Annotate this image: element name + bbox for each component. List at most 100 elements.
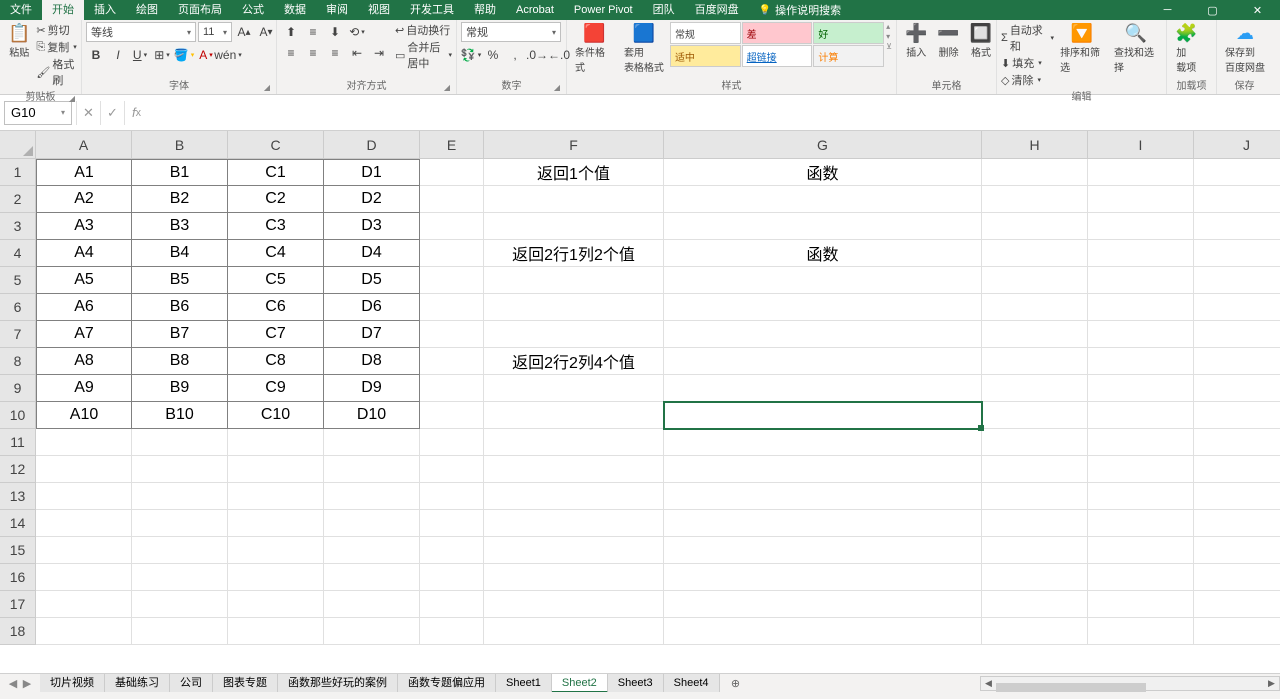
cell-B6[interactable]: B6 bbox=[132, 294, 228, 321]
cell-J10[interactable] bbox=[1194, 402, 1280, 429]
cell-H5[interactable] bbox=[982, 267, 1088, 294]
sheet-tab-9[interactable]: Sheet4 bbox=[664, 674, 720, 693]
cell-H9[interactable] bbox=[982, 375, 1088, 402]
cell-J15[interactable] bbox=[1194, 537, 1280, 564]
cell-D9[interactable]: D9 bbox=[324, 375, 420, 402]
row-header-18[interactable]: 18 bbox=[0, 618, 36, 645]
cell-F9[interactable] bbox=[484, 375, 664, 402]
cell-E15[interactable] bbox=[420, 537, 484, 564]
cell-H1[interactable] bbox=[982, 159, 1088, 186]
cell-D10[interactable]: D10 bbox=[324, 402, 420, 429]
cell-F17[interactable] bbox=[484, 591, 664, 618]
cell-J5[interactable] bbox=[1194, 267, 1280, 294]
cell-I5[interactable] bbox=[1088, 267, 1194, 294]
cell-D2[interactable]: D2 bbox=[324, 186, 420, 213]
cell-A16[interactable] bbox=[36, 564, 132, 591]
horizontal-scrollbar[interactable]: ◀ ▶ bbox=[980, 676, 1280, 691]
cell-G1[interactable]: 函数 bbox=[664, 159, 982, 186]
cell-J8[interactable] bbox=[1194, 348, 1280, 375]
merge-center-button[interactable]: ▭合并后居中▾ bbox=[395, 39, 452, 71]
cell-J11[interactable] bbox=[1194, 429, 1280, 456]
cell-G16[interactable] bbox=[664, 564, 982, 591]
ribbon-tab-2[interactable]: 插入 bbox=[84, 0, 126, 20]
gallery-more[interactable]: ⊻ bbox=[886, 42, 892, 51]
percent-button[interactable]: % bbox=[483, 45, 503, 65]
cell-C10[interactable]: C10 bbox=[228, 402, 324, 429]
baidu-save-button[interactable]: ☁保存到 百度网盘 bbox=[1221, 22, 1269, 76]
cell-J12[interactable] bbox=[1194, 456, 1280, 483]
ribbon-tab-1[interactable]: 开始 bbox=[42, 0, 84, 20]
row-header-11[interactable]: 11 bbox=[0, 429, 36, 456]
ribbon-tab-3[interactable]: 绘图 bbox=[126, 0, 168, 20]
cell-J3[interactable] bbox=[1194, 213, 1280, 240]
cell-C16[interactable] bbox=[228, 564, 324, 591]
cell-H15[interactable] bbox=[982, 537, 1088, 564]
cell-D5[interactable]: D5 bbox=[324, 267, 420, 294]
cell-B8[interactable]: B8 bbox=[132, 348, 228, 375]
scroll-left-arrow[interactable]: ◀ bbox=[981, 678, 996, 689]
cell-H16[interactable] bbox=[982, 564, 1088, 591]
cell-A10[interactable]: A10 bbox=[36, 402, 132, 429]
cell-F3[interactable] bbox=[484, 213, 664, 240]
cell-F13[interactable] bbox=[484, 483, 664, 510]
col-header-B[interactable]: B bbox=[132, 131, 228, 159]
cell-C15[interactable] bbox=[228, 537, 324, 564]
cell-G15[interactable] bbox=[664, 537, 982, 564]
cell-H11[interactable] bbox=[982, 429, 1088, 456]
cell-H7[interactable] bbox=[982, 321, 1088, 348]
cell-D18[interactable] bbox=[324, 618, 420, 645]
number-format-combo[interactable]: 常规▾ bbox=[461, 22, 561, 42]
cell-H12[interactable] bbox=[982, 456, 1088, 483]
col-header-C[interactable]: C bbox=[228, 131, 324, 159]
cell-H14[interactable] bbox=[982, 510, 1088, 537]
cell-F15[interactable] bbox=[484, 537, 664, 564]
row-header-3[interactable]: 3 bbox=[0, 213, 36, 240]
cell-E11[interactable] bbox=[420, 429, 484, 456]
cell-I13[interactable] bbox=[1088, 483, 1194, 510]
row-header-17[interactable]: 17 bbox=[0, 591, 36, 618]
cell-F18[interactable] bbox=[484, 618, 664, 645]
row-header-15[interactable]: 15 bbox=[0, 537, 36, 564]
align-right-button[interactable]: ≡ bbox=[325, 43, 345, 63]
phonetic-button[interactable]: wén▾ bbox=[218, 45, 238, 65]
cell-C8[interactable]: C8 bbox=[228, 348, 324, 375]
clear-button[interactable]: ◇清除▾ bbox=[1001, 72, 1054, 88]
align-launcher[interactable]: ◢ bbox=[444, 83, 450, 92]
cell-G7[interactable] bbox=[664, 321, 982, 348]
cell-G2[interactable] bbox=[664, 186, 982, 213]
cell-I18[interactable] bbox=[1088, 618, 1194, 645]
cell-G13[interactable] bbox=[664, 483, 982, 510]
cell-D14[interactable] bbox=[324, 510, 420, 537]
cell-E1[interactable] bbox=[420, 159, 484, 186]
col-header-F[interactable]: F bbox=[484, 131, 664, 159]
cell-J6[interactable] bbox=[1194, 294, 1280, 321]
tell-me-search[interactable]: 💡 操作说明搜索 bbox=[759, 2, 841, 18]
format-cells-button[interactable]: 🔲格式 bbox=[966, 22, 996, 61]
cell-I4[interactable] bbox=[1088, 240, 1194, 267]
cell-G5[interactable] bbox=[664, 267, 982, 294]
cell-B12[interactable] bbox=[132, 456, 228, 483]
close-button[interactable]: ✕ bbox=[1235, 0, 1280, 20]
cell-B13[interactable] bbox=[132, 483, 228, 510]
cell-F16[interactable] bbox=[484, 564, 664, 591]
cell-C7[interactable]: C7 bbox=[228, 321, 324, 348]
copy-button[interactable]: ⎘复制▾ bbox=[36, 39, 77, 55]
cell-B7[interactable]: B7 bbox=[132, 321, 228, 348]
cell-C5[interactable]: C5 bbox=[228, 267, 324, 294]
ribbon-tab-11[interactable]: Acrobat bbox=[506, 0, 564, 20]
cell-I12[interactable] bbox=[1088, 456, 1194, 483]
sheet-tab-4[interactable]: 函数那些好玩的案例 bbox=[278, 674, 398, 693]
row-header-5[interactable]: 5 bbox=[0, 267, 36, 294]
cell-E9[interactable] bbox=[420, 375, 484, 402]
ribbon-tab-13[interactable]: 团队 bbox=[643, 0, 685, 20]
cell-B15[interactable] bbox=[132, 537, 228, 564]
row-header-9[interactable]: 9 bbox=[0, 375, 36, 402]
insert-cells-button[interactable]: ➕插入 bbox=[901, 22, 931, 61]
sheet-nav-next[interactable]: ▶ bbox=[20, 677, 34, 690]
cell-H17[interactable] bbox=[982, 591, 1088, 618]
ribbon-tab-14[interactable]: 百度网盘 bbox=[685, 0, 749, 20]
indent-increase-button[interactable]: ⇥ bbox=[369, 43, 389, 63]
cell-I3[interactable] bbox=[1088, 213, 1194, 240]
style-good[interactable]: 好 bbox=[813, 22, 884, 44]
ribbon-tab-9[interactable]: 开发工具 bbox=[400, 0, 464, 20]
